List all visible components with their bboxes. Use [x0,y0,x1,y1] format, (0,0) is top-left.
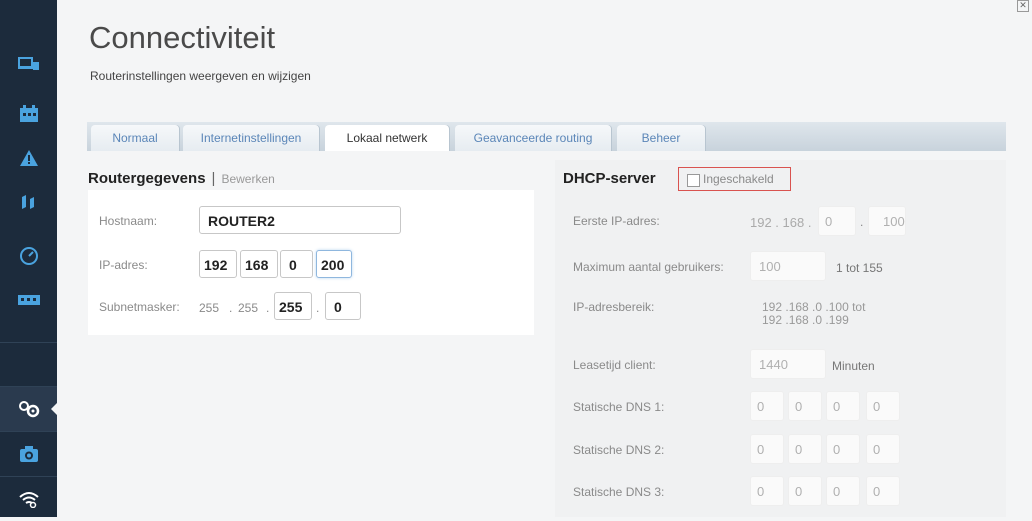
ip-octet-3[interactable]: 0 [280,250,313,278]
ip-range-end: 192 .168 .0 .199 [762,313,849,327]
tab-geavanceerde-routing[interactable]: Geavanceerde routing [455,125,611,151]
dhcp-section-title: DHCP-server [563,170,656,187]
dns3-octet-4[interactable]: 0 [866,476,900,506]
max-users-range: 1 tot 155 [836,261,883,275]
tab-normaal[interactable]: Normaal [91,125,179,151]
sidebar-item-speed[interactable] [0,234,57,278]
page-title: Connectiviteit [89,20,276,55]
dns1-octet-1[interactable]: 0 [750,391,784,421]
close-icon[interactable]: ✕ [1017,0,1029,12]
first-ip-label: Eerste IP-adres: [573,214,660,228]
ip-range-label: IP-adresbereik: [573,300,655,314]
settings-gears-icon [18,401,39,418]
ip-octet-2[interactable]: 168 [240,250,278,278]
sidebar-item-devices[interactable] [0,42,57,86]
dns3-label: Statische DNS 3: [573,485,665,499]
subnet-dot: . [316,301,320,315]
camera-icon [19,446,38,462]
sidebar-item-wifi[interactable] [0,477,57,521]
lease-label: Leasetijd client: [573,358,656,372]
ip-octet-1[interactable]: 192 [199,250,237,278]
dns2-octet-1[interactable]: 0 [750,434,784,464]
section-separator: | [211,170,216,187]
tab-internetinstellingen[interactable]: Internetinstellingen [183,125,319,151]
dhcp-enabled-label: Ingeschakeld [703,172,774,186]
dns2-octet-2[interactable]: 0 [788,434,822,464]
wifi-icon [18,492,39,508]
first-ip-octet-3[interactable]: 0 [818,206,856,236]
speed-icon [19,247,38,265]
dns2-octet-4[interactable]: 0 [866,434,900,464]
subnet-label: Subnetmasker: [99,300,180,314]
devices-icon [17,57,39,70]
ip-label: IP-adres: [99,258,148,272]
dns1-label: Statische DNS 1: [573,400,665,414]
subnet-octet-2: 255 [238,301,259,315]
priority-icon [21,195,34,209]
page-header: Connectiviteit Routerinstellingen weerge… [57,0,1032,118]
sidebar-item-priority[interactable] [0,180,57,224]
lease-field[interactable]: 1440 [750,349,826,379]
dns1-octet-3[interactable]: 0 [826,391,860,421]
subnet-octet-4[interactable]: 0 [325,292,361,320]
max-users-field[interactable]: 100 [750,251,826,281]
hostname-field[interactable]: ROUTER2 [199,206,401,234]
page-subtitle: Routerinstellingen weergeven en wijzigen [90,69,311,83]
tab-lokaal-netwerk[interactable]: Lokaal netwerk [325,125,449,152]
dns3-octet-3[interactable]: 0 [826,476,860,506]
tab-beheer[interactable]: Beheer [617,125,705,151]
max-users-label: Maximum aantal gebruikers: [573,260,724,274]
lease-unit: Minuten [832,359,875,373]
sidebar-item-alerts[interactable] [0,136,57,180]
router-section-title: Routergegevens | Bewerken [88,170,275,187]
subnet-dot: . [229,301,233,315]
dns3-octet-1[interactable]: 0 [750,476,784,506]
dns3-octet-2[interactable]: 0 [788,476,822,506]
sidebar-item-network[interactable] [0,278,57,322]
dhcp-enabled-checkbox[interactable] [687,174,700,187]
router-section-label: Routergegevens [88,170,206,187]
dns2-octet-3[interactable]: 0 [826,434,860,464]
sidebar [0,0,58,517]
hostname-label: Hostnaam: [99,214,158,228]
first-ip-fixed: 192 . 168 . [750,215,812,230]
dns1-octet-4[interactable]: 0 [866,391,900,421]
ip-range-start: 192 .168 .0 .100 tot [762,300,866,314]
alert-icon [19,150,38,166]
first-ip-octet-4[interactable]: 100 [868,206,906,236]
tab-bar: Normaal Internetinstellingen Lokaal netw… [87,122,1006,152]
edit-link[interactable]: Bewerken [221,172,274,186]
subnet-octet-3[interactable]: 255 [274,292,312,320]
sidebar-item-camera[interactable] [0,432,57,476]
calendar-icon [19,105,38,122]
dns1-octet-2[interactable]: 0 [788,391,822,421]
first-ip-dot: . [860,215,864,229]
subnet-octet-1: 255 [199,301,220,315]
network-icon [17,295,40,305]
dns2-label: Statische DNS 2: [573,443,665,457]
ip-octet-4[interactable]: 200 [316,250,352,278]
sidebar-item-settings[interactable] [0,387,58,431]
dhcp-enabled-toggle[interactable]: Ingeschakeld [678,167,791,191]
sidebar-item-calendar[interactable] [0,92,57,136]
subnet-dot: . [266,301,270,315]
